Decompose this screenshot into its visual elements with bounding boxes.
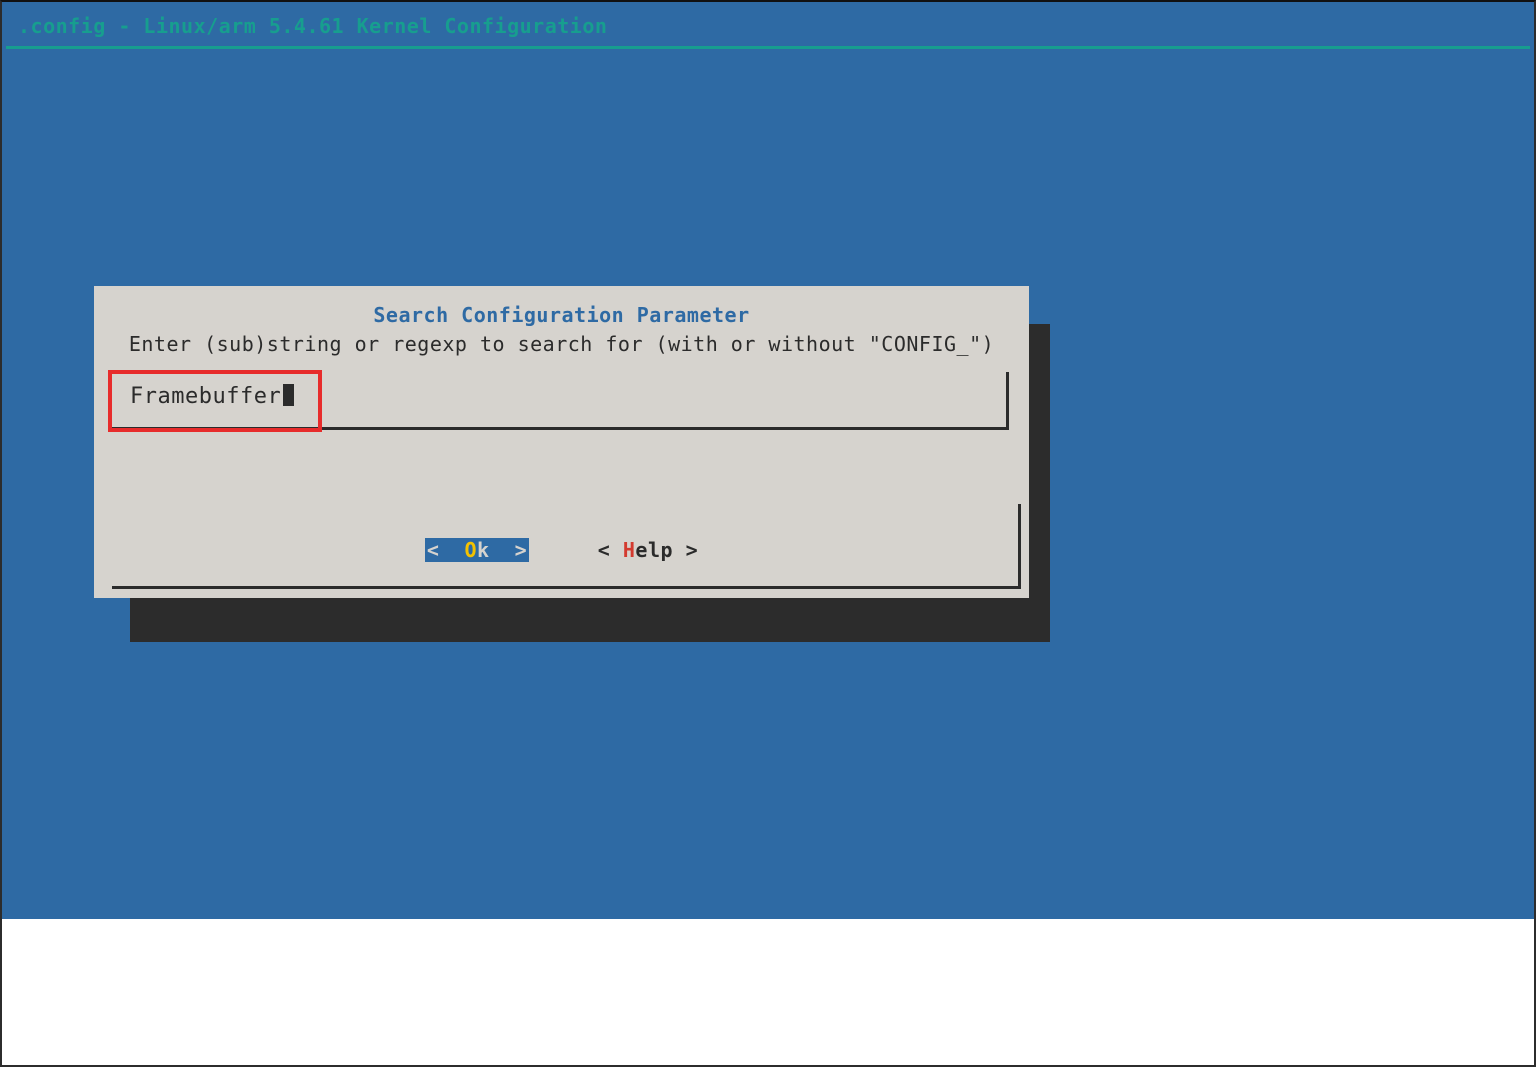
ok-hotkey: O	[465, 538, 478, 562]
search-input-value: Framebuffer	[130, 384, 294, 409]
search-dialog: Search Configuration Parameter Enter (su…	[94, 286, 1029, 598]
help-button[interactable]: < Help >	[598, 538, 698, 562]
dialog-button-bar: < Ok > < Help >	[94, 538, 1029, 562]
menuconfig-screen: .config - Linux/arm 5.4.61 Kernel Config…	[0, 0, 1536, 1067]
dialog-title: Search Configuration Parameter	[94, 303, 1029, 327]
ok-button[interactable]: < Ok >	[425, 538, 529, 562]
title-rule	[6, 46, 1530, 49]
search-input-text: Framebuffer	[130, 384, 281, 409]
window-title: .config - Linux/arm 5.4.61 Kernel Config…	[18, 14, 607, 38]
help-hotkey: H	[623, 538, 636, 562]
dialog-prompt: Enter (sub)string or regexp to search fo…	[94, 332, 1029, 356]
search-input[interactable]: Framebuffer	[112, 372, 1009, 430]
cursor-block-icon	[283, 384, 294, 406]
